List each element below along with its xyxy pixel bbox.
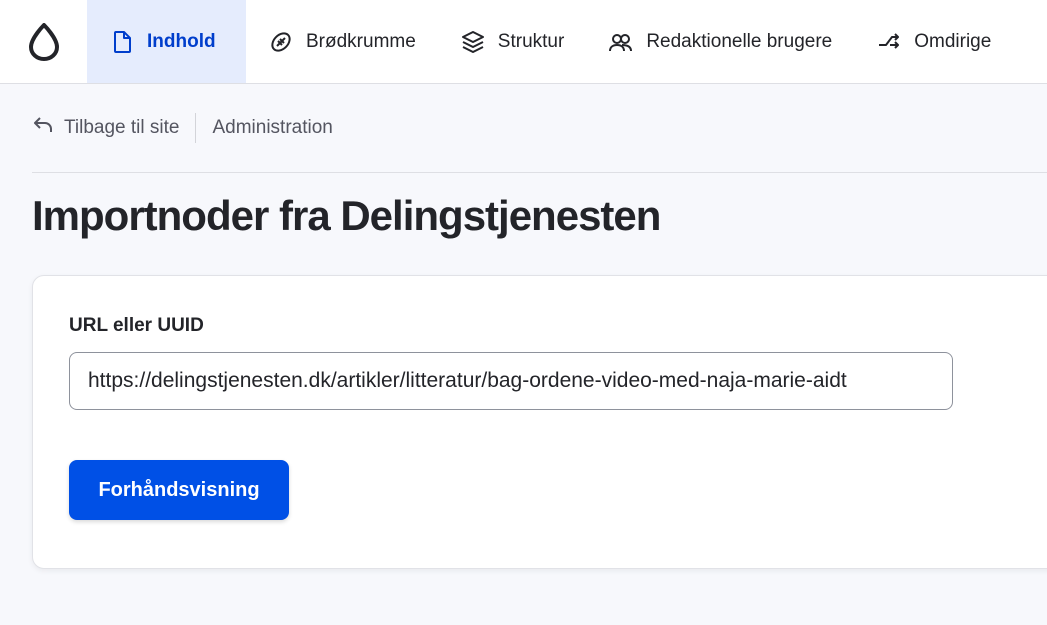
breadcrumb: Tilbage til site Administration	[32, 108, 333, 148]
header-divider	[32, 172, 1047, 173]
nav-item-struktur[interactable]: Struktur	[438, 0, 587, 83]
preview-button[interactable]: Forhåndsvisning	[69, 460, 289, 520]
back-link-label: Tilbage til site	[64, 117, 180, 138]
back-to-site-link[interactable]: Tilbage til site	[32, 113, 197, 143]
url-input[interactable]: https://delingstjenesten.dk/artikler/lit…	[69, 352, 953, 410]
import-form-card: URL eller UUID https://delingstjenesten.…	[32, 275, 1047, 569]
back-arrow-icon	[32, 114, 54, 142]
layers-icon	[460, 29, 486, 55]
page-title: Importnoder fra Delingstjenesten	[32, 192, 661, 239]
url-field-label: URL eller UUID	[69, 315, 204, 336]
nav-item-indhold[interactable]: Indhold	[87, 0, 246, 83]
nav-item-label: Omdirige	[914, 30, 992, 52]
nav-item-omdirige[interactable]: Omdirige	[854, 0, 1013, 83]
nav-item-label: Redaktionelle brugere	[646, 30, 833, 52]
drupal-drop-icon[interactable]	[0, 0, 87, 83]
users-icon	[608, 29, 634, 55]
file-icon	[109, 29, 135, 55]
breadcrumb-current: Administration	[212, 117, 333, 138]
nav-item-label: Brødkrumme	[306, 30, 416, 52]
nav-item-label: Struktur	[497, 30, 565, 52]
top-navigation: Indhold Brødkrumme Struktur Redaktionell…	[0, 0, 1047, 84]
nav-item-redaktionelle-brugere[interactable]: Redaktionelle brugere	[586, 0, 854, 83]
football-icon	[268, 29, 294, 55]
nav-item-label: Indhold	[147, 30, 216, 52]
redirect-icon	[876, 29, 902, 55]
nav-item-brodkrumme[interactable]: Brødkrumme	[246, 0, 438, 83]
